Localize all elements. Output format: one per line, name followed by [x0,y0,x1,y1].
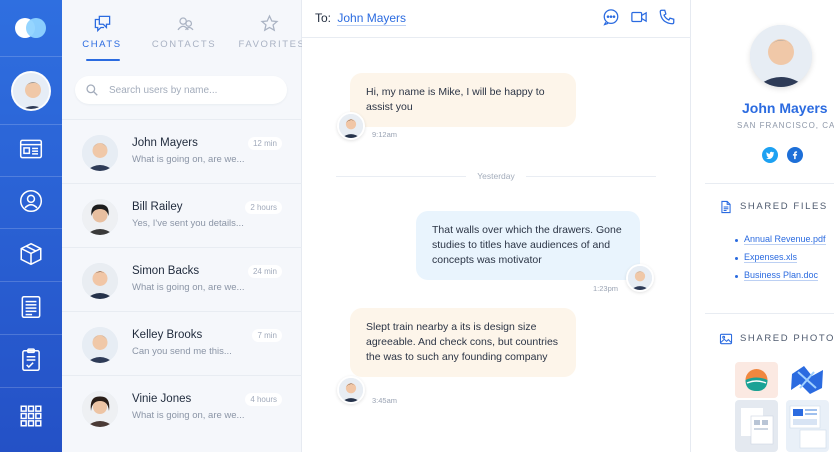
shared-photos-title: SHARED PHOTOS [740,333,834,344]
shared-photo-thumbnail[interactable] [735,400,778,452]
chat-list-panel: CHATS CONTACTS FAVORITES John Mayers Wha… [62,0,304,452]
message-preview: What is going on, are we... [132,282,244,293]
checklist-icon[interactable] [16,345,46,375]
divider [705,313,834,314]
contact-item-vinie-jones[interactable]: Vinie Jones What is going on, are we... … [62,375,302,439]
profile-avatar [750,25,812,87]
profile-location: SAN FRANCISCO, CA [737,121,834,130]
contact-name: Bill Railey [132,201,183,213]
user-avatar[interactable] [11,71,51,111]
shared-photo-thumbnail[interactable] [735,362,778,398]
bullet [735,257,738,260]
rail-divider [0,228,62,229]
chat-bubble-icon[interactable] [602,8,622,28]
tab-bar: CHATS CONTACTS FAVORITES [62,0,304,64]
avatar [82,391,118,427]
news-icon[interactable] [16,292,46,322]
bullet [735,275,738,278]
phone-icon[interactable] [658,8,678,28]
contact-item-john-mayers[interactable]: John Mayers What is going on, are we... … [62,119,302,183]
tab-favorites[interactable]: FAVORITES [222,0,304,64]
day-separator-label: Yesterday [466,171,526,181]
conversation-panel: To: John Mayers Hi, my name is Mike, I w… [302,0,691,452]
recipient-name-link[interactable]: John Mayers [337,11,407,26]
contact-name: Simon Backs [132,265,200,277]
image-icon [719,333,733,345]
message-preview: What is going on, are we... [132,154,244,165]
shared-file-link[interactable]: Expenses.xls [744,252,798,263]
contact-name: Kelley Brooks [132,329,203,341]
profile-name: John Mayers [742,100,828,116]
message-preview: Yes, I've sent you details... [132,218,244,229]
avatar [82,199,118,235]
search-icon [86,84,98,96]
box-icon[interactable] [16,239,46,269]
message-time: 9:12am [372,130,398,139]
avatar [337,376,365,404]
rail-divider [0,334,62,335]
message-preview: What is going on, are we... [132,410,244,421]
shared-file-link[interactable]: Business Plan.doc [744,270,819,281]
shared-files-title: SHARED FILES [740,201,828,212]
avatar [82,327,118,363]
twitter-icon[interactable] [762,147,778,163]
active-tab-underline [86,59,120,61]
dashboard-icon[interactable] [16,134,46,164]
time-badge: 7 min [252,329,282,342]
conversation-header: To: John Mayers [302,0,691,38]
tab-chats[interactable]: CHATS [62,0,142,64]
time-badge: 4 hours [245,393,282,406]
profile-panel: John Mayers SAN FRANCISCO, CA SHARED FIL… [691,0,834,452]
tab-label: CHATS [82,39,122,50]
contact-item-bill-railey[interactable]: Bill Railey Yes, I've sent you details..… [62,183,302,247]
contacts-icon [177,17,194,31]
facebook-icon[interactable] [787,147,803,163]
shared-photo-thumbnail[interactable] [786,400,829,452]
contact-list: John Mayers What is going on, are we... … [62,119,302,439]
shared-file-link[interactable]: Annual Revenue.pdf [744,234,826,245]
message-bubble-incoming: Slept train nearby a its is design size … [350,308,576,377]
time-badge: 12 min [247,137,282,150]
contact-item-kelley-brooks[interactable]: Kelley Brooks Can you send me this... 7 … [62,311,302,375]
recipient: To: John Mayers [315,11,407,26]
divider [705,183,834,184]
tab-contacts[interactable]: CONTACTS [142,0,222,64]
shared-photo-thumbnail[interactable] [786,362,829,398]
message-time: 1:23pm [593,284,619,293]
contact-name: John Mayers [132,137,198,149]
time-badge: 24 min [247,265,282,278]
rail-divider [0,124,62,125]
search-input[interactable] [109,76,279,104]
avatar [626,264,654,292]
avatar [82,135,118,171]
apps-grid-icon[interactable] [16,401,46,431]
search-box [75,76,287,104]
video-icon[interactable] [630,8,650,28]
message-preview: Can you send me this... [132,346,232,357]
bullet [735,239,738,242]
to-label: To: [315,11,332,25]
chat-icon [94,15,111,33]
rail-divider [0,387,62,388]
left-rail [0,0,62,452]
rail-divider [0,56,62,57]
tab-label: FAVORITES [238,39,306,50]
contacts-icon[interactable] [16,186,46,216]
message-bubble-incoming: Hi, my name is Mike, I will be happy to … [350,73,576,127]
contact-item-simon-backs[interactable]: Simon Backs What is going on, are we... … [62,247,302,311]
avatar [337,112,365,140]
tab-label: CONTACTS [151,39,217,50]
time-badge: 2 hours [245,201,282,214]
rail-divider [0,176,62,177]
star-icon [260,14,279,32]
contact-name: Vinie Jones [132,393,192,405]
rail-divider [0,281,62,282]
app-logo[interactable] [15,18,47,38]
file-icon [721,200,731,214]
message-time: 3:45am [372,396,398,405]
avatar [82,263,118,299]
message-bubble-outgoing: That walls over which the drawers. Gone … [416,211,640,280]
